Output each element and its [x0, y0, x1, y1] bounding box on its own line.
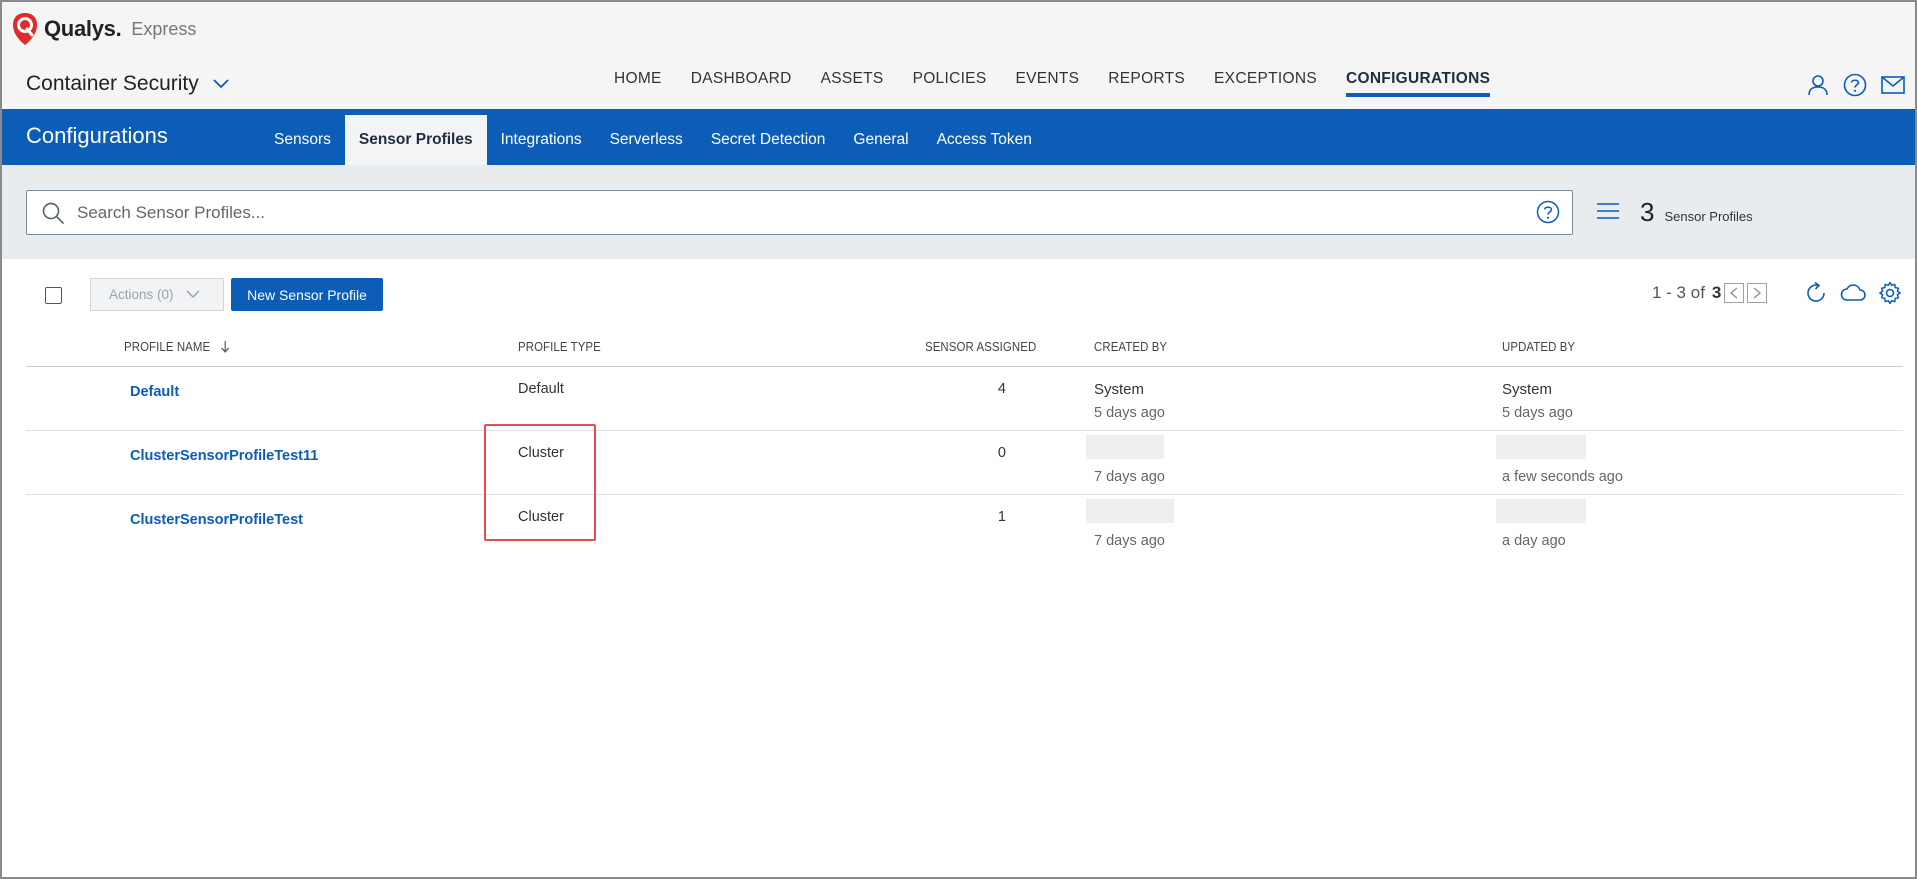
profile-count: 3 Sensor Profiles	[1640, 197, 1753, 228]
updated-time: a few seconds ago	[1502, 469, 1623, 485]
chevron-down-icon	[213, 79, 229, 89]
table-row[interactable]: Default Default 4 System 5 days ago Syst…	[26, 367, 1903, 431]
prev-page-button[interactable]	[1724, 283, 1745, 303]
redacted-updated-by	[1496, 435, 1586, 459]
brand-name: Qualys.	[44, 16, 122, 41]
column-header-created-by[interactable]: CREATED BY	[1094, 339, 1167, 354]
search-help-icon[interactable]	[1536, 200, 1560, 224]
profile-name-link[interactable]: ClusterSensorProfileTest	[130, 512, 303, 528]
table-header: PROFILE NAME PROFILE TYPE SENSOR ASSIGNE…	[26, 329, 1903, 367]
table-row[interactable]: ClusterSensorProfileTest11 Cluster 0 7 d…	[26, 431, 1903, 495]
actions-dropdown[interactable]: Actions (0)	[90, 278, 224, 311]
config-tabs: Sensors Sensor Profiles Integrations Ser…	[260, 115, 1046, 165]
nav-policies[interactable]: POLICIES	[913, 70, 987, 96]
redacted-created-by	[1086, 435, 1164, 459]
sort-down-arrow-icon	[221, 341, 229, 353]
settings-gear-icon[interactable]	[1878, 281, 1902, 305]
created-time: 7 days ago	[1094, 533, 1165, 549]
redacted-created-by	[1086, 499, 1174, 523]
top-header: Qualys. Express Container Security HOME …	[2, 2, 1915, 109]
new-sensor-profile-button[interactable]: New Sensor Profile	[231, 278, 383, 311]
user-icons	[1807, 73, 1905, 97]
pagination: 1 - 3 of 3	[1652, 283, 1768, 303]
updated-by: System	[1502, 381, 1553, 398]
search-box	[26, 190, 1573, 235]
tab-secret-detection[interactable]: Secret Detection	[697, 115, 840, 165]
sensor-assigned-count: 1	[997, 509, 1006, 525]
next-page-button[interactable]	[1747, 283, 1768, 303]
table-tools	[1804, 281, 1902, 305]
nav-assets[interactable]: ASSETS	[821, 70, 884, 96]
column-header-profile-type[interactable]: PROFILE TYPE	[518, 339, 601, 354]
updated-time: 5 days ago	[1502, 405, 1573, 421]
updated-time: a day ago	[1502, 533, 1566, 549]
sensor-profiles-table: PROFILE NAME PROFILE TYPE SENSOR ASSIGNE…	[26, 329, 1903, 559]
config-title: Configurations	[26, 123, 168, 148]
profile-type: Default	[518, 381, 564, 397]
chevron-down-icon	[186, 290, 200, 299]
chevron-left-icon	[1730, 287, 1738, 299]
brand-logo[interactable]: Qualys. Express	[12, 12, 196, 46]
help-icon[interactable]	[1843, 73, 1867, 97]
module-name: Container Security	[26, 72, 199, 95]
column-header-sensor-assigned[interactable]: SENSOR ASSIGNED	[925, 339, 1036, 354]
created-by: System	[1094, 381, 1145, 398]
profile-count-label: Sensor Profiles	[1664, 209, 1753, 224]
sensor-assigned-count: 4	[997, 381, 1006, 397]
page-range: 1 - 3 of	[1652, 283, 1705, 302]
chevron-right-icon	[1753, 287, 1762, 299]
list-view-icon[interactable]	[1596, 202, 1620, 220]
tab-general[interactable]: General	[839, 115, 922, 165]
profile-count-number: 3	[1640, 197, 1655, 227]
page-total: 3	[1711, 283, 1722, 302]
tab-integrations[interactable]: Integrations	[487, 115, 596, 165]
created-time: 7 days ago	[1094, 469, 1165, 485]
tab-sensor-profiles[interactable]: Sensor Profiles	[344, 115, 487, 165]
search-input[interactable]	[77, 197, 1497, 228]
search-icon	[42, 202, 64, 224]
column-header-updated-by[interactable]: UPDATED BY	[1502, 339, 1575, 354]
column-header-label: PROFILE NAME	[124, 339, 211, 354]
table-toolbar: Actions (0) New Sensor Profile 1 - 3 of …	[2, 259, 1915, 329]
nav-dashboard[interactable]: DASHBOARD	[691, 70, 792, 96]
qualys-shield-icon	[13, 13, 37, 45]
module-switcher[interactable]: Container Security	[26, 72, 229, 96]
search-band: 3 Sensor Profiles	[2, 165, 1915, 259]
nav-reports[interactable]: REPORTS	[1108, 70, 1185, 96]
main-nav: HOME DASHBOARD ASSETS POLICIES EVENTS RE…	[614, 70, 1519, 97]
created-time: 5 days ago	[1094, 405, 1165, 421]
cloud-icon[interactable]	[1840, 281, 1866, 303]
profile-name-link[interactable]: Default	[130, 384, 179, 400]
actions-label: Actions (0)	[109, 287, 174, 302]
user-icon[interactable]	[1807, 74, 1829, 96]
nav-events[interactable]: EVENTS	[1015, 70, 1079, 96]
brand-product: Express	[131, 18, 197, 39]
nav-home[interactable]: HOME	[614, 70, 662, 96]
refresh-icon[interactable]	[1804, 281, 1828, 305]
nav-exceptions[interactable]: EXCEPTIONS	[1214, 70, 1317, 96]
column-header-profile-name[interactable]: PROFILE NAME	[124, 339, 229, 354]
nav-configurations[interactable]: CONFIGURATIONS	[1345, 70, 1491, 97]
tab-serverless[interactable]: Serverless	[596, 115, 697, 165]
config-bar: Configurations Sensors Sensor Profiles I…	[2, 109, 1915, 165]
app-window: Qualys. Express Container Security HOME …	[0, 0, 1917, 879]
sensor-assigned-count: 0	[997, 445, 1006, 461]
redacted-updated-by	[1496, 499, 1586, 523]
profile-name-link[interactable]: ClusterSensorProfileTest11	[130, 448, 318, 464]
tab-access-token[interactable]: Access Token	[923, 115, 1046, 165]
profile-type: Cluster	[518, 445, 564, 461]
profile-type: Cluster	[518, 509, 564, 525]
table-row[interactable]: ClusterSensorProfileTest Cluster 1 7 day…	[26, 495, 1903, 559]
tab-sensors[interactable]: Sensors	[260, 115, 345, 165]
select-all-checkbox[interactable]	[45, 287, 62, 304]
mail-icon[interactable]	[1881, 75, 1905, 95]
